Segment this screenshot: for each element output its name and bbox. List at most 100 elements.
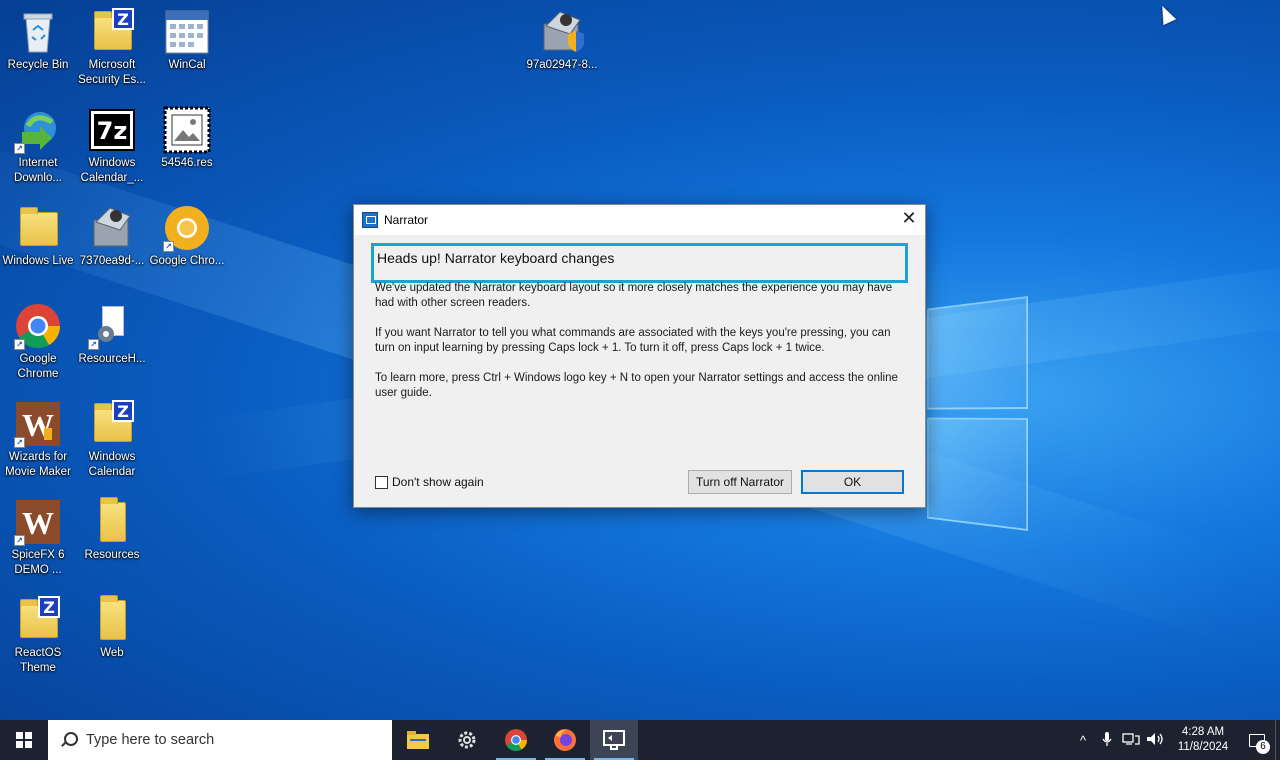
narrator-icon — [602, 729, 626, 751]
desktop-icon-97a02947[interactable]: 97a02947-8... — [524, 4, 600, 96]
start-button[interactable] — [0, 720, 48, 760]
taskbar-chrome[interactable] — [492, 720, 540, 760]
desktop-icon-internet-download-manager[interactable]: ↗ Internet Downlo... — [0, 102, 76, 194]
desktop-icon-label: Wizards for Movie Maker — [0, 450, 76, 480]
zip-folder-icon: Z — [14, 596, 62, 644]
desktop-icon-resources[interactable]: Resources — [74, 494, 150, 586]
desktop-icon-reactos-theme[interactable]: Z ReactOS Theme — [0, 592, 76, 684]
dialog-heading: Heads up! Narrator keyboard changes — [377, 250, 614, 266]
7zip-archive-icon: 7z — [88, 106, 136, 154]
dialog-paragraph-1: We've updated the Narrator keyboard layo… — [375, 281, 900, 311]
desktop-icon-microsoft-security[interactable]: Z Microsoft Security Es... — [74, 4, 150, 96]
desktop-icon-54546-res[interactable]: 54546.res — [149, 102, 225, 194]
taskbar-search-box[interactable]: Type here to search — [48, 720, 392, 760]
zip-folder-icon: Z — [88, 8, 136, 56]
taskbar-narrator[interactable] — [590, 720, 638, 760]
search-icon — [60, 732, 76, 748]
narrator-icon — [362, 212, 378, 228]
folder-icon — [88, 596, 136, 644]
taskbar-file-explorer[interactable] — [394, 720, 442, 760]
chevron-up-icon[interactable]: ^ — [1071, 733, 1095, 748]
folder-icon — [88, 498, 136, 546]
wizards-app-icon: W ↗ — [14, 400, 62, 448]
dialog-paragraph-3: To learn more, press Ctrl + Windows logo… — [375, 371, 900, 401]
svg-text:7z: 7z — [97, 117, 128, 145]
show-desktop-button[interactable] — [1275, 720, 1280, 760]
clock-date: 11/8/2024 — [1167, 740, 1239, 755]
desktop-icon-label: Windows Calendar_... — [74, 156, 150, 186]
dialog-paragraph-2: If you want Narrator to tell you what co… — [375, 326, 900, 356]
folder-icon — [14, 204, 62, 252]
settings-file-icon: ↗ — [88, 302, 136, 350]
calendar-app-icon — [163, 8, 211, 56]
dialog-heading-box: Heads up! Narrator keyboard changes — [371, 243, 908, 283]
turn-off-narrator-button[interactable]: Turn off Narrator — [688, 470, 792, 494]
desktop-icon-spicefx[interactable]: W ↗ SpiceFX 6 DEMO ... — [0, 494, 76, 586]
narrator-dialog: Narrator ✕ Heads up! Narrator keyboard c… — [353, 204, 926, 508]
file-explorer-icon — [406, 730, 430, 750]
chrome-canary-icon: ↗ — [163, 204, 211, 252]
desktop-icon-label: Recycle Bin — [0, 58, 76, 73]
desktop-icon-label: Google Chro... — [149, 254, 225, 269]
taskbar: Type here to search ^ 4:28 AM 11/8/2024 … — [0, 720, 1280, 760]
chrome-icon: ↗ — [14, 302, 62, 350]
clock-time: 4:28 AM — [1167, 725, 1239, 740]
settings-gear-icon — [456, 729, 478, 751]
desktop-icon-google-chrome-canary[interactable]: ↗ Google Chro... — [149, 200, 225, 292]
desktop-icon-wizards-for-movie-maker[interactable]: W ↗ Wizards for Movie Maker — [0, 396, 76, 488]
checkbox-label: Don't show again — [392, 475, 484, 489]
desktop-icon-7370ea9d[interactable]: 7370ea9d-... — [74, 200, 150, 292]
dialog-titlebar[interactable]: Narrator ✕ — [354, 205, 925, 235]
internet-download-manager-icon: ↗ — [14, 106, 62, 154]
desktop-icon-label: ReactOS Theme — [0, 646, 76, 676]
desktop-icon-recycle-bin[interactable]: Recycle Bin — [0, 4, 76, 96]
desktop-icon-label: Resources — [74, 548, 150, 563]
network-icon[interactable] — [1119, 732, 1143, 749]
microphone-icon[interactable] — [1095, 731, 1119, 750]
desktop-icon-windows-live[interactable]: Windows Live — [0, 200, 76, 292]
installer-shield-icon — [538, 8, 586, 56]
desktop-icon-windows-calendar-archive[interactable]: 7z Windows Calendar_... — [74, 102, 150, 194]
zip-folder-icon: Z — [88, 400, 136, 448]
desktop-icon-label: WinCal — [149, 58, 225, 73]
search-placeholder: Type here to search — [86, 732, 214, 748]
mouse-cursor-icon — [1156, 3, 1176, 25]
recycle-bin-icon — [14, 8, 62, 56]
desktop-icon-label: Windows Live — [0, 254, 76, 269]
dont-show-again-checkbox[interactable]: Don't show again — [375, 475, 484, 489]
notification-count-badge: 6 — [1256, 740, 1270, 754]
clock[interactable]: 4:28 AM 11/8/2024 — [1167, 725, 1239, 755]
desktop-icon-label: 7370ea9d-... — [74, 254, 150, 269]
windows-logo-wallpaper — [927, 296, 1028, 532]
close-button[interactable]: ✕ — [893, 205, 925, 235]
desktop-icon-resourcehacker[interactable]: ↗ ResourceH... — [74, 298, 150, 390]
desktop-icon-label: SpiceFX 6 DEMO ... — [0, 548, 76, 578]
desktop-icon-google-chrome[interactable]: ↗ Google Chrome — [0, 298, 76, 390]
desktop-icon-label: Windows Calendar — [74, 450, 150, 480]
desktop-icon-label: ResourceH... — [74, 352, 150, 367]
desktop-icon-label: 97a02947-8... — [524, 58, 600, 73]
volume-icon[interactable] — [1143, 732, 1167, 749]
desktop-icon-windows-calendar[interactable]: Z Windows Calendar — [74, 396, 150, 488]
system-tray: ^ 4:28 AM 11/8/2024 6 — [1071, 720, 1280, 760]
desktop-icon-label: 54546.res — [149, 156, 225, 171]
checkbox-box[interactable] — [375, 476, 388, 489]
desktop-icon-label: Microsoft Security Es... — [74, 58, 150, 88]
windows-start-icon — [16, 732, 32, 748]
spicefx-app-icon: W ↗ — [14, 498, 62, 546]
desktop-icon-label: Web — [74, 646, 150, 661]
installer-icon — [88, 204, 136, 252]
image-file-icon — [163, 106, 211, 154]
desktop-icon-web[interactable]: Web — [74, 592, 150, 684]
firefox-icon — [553, 728, 577, 752]
dialog-title: Narrator — [384, 213, 428, 227]
chrome-icon — [504, 728, 528, 752]
desktop-icon-label: Internet Downlo... — [0, 156, 76, 186]
ok-button[interactable]: OK — [801, 470, 904, 494]
svg-text:W: W — [22, 505, 54, 541]
desktop-icon-wincal[interactable]: WinCal — [149, 4, 225, 96]
taskbar-settings[interactable] — [443, 720, 491, 760]
taskbar-firefox[interactable] — [541, 720, 589, 760]
action-center-button[interactable]: 6 — [1239, 720, 1275, 760]
desktop-icon-label: Google Chrome — [0, 352, 76, 382]
